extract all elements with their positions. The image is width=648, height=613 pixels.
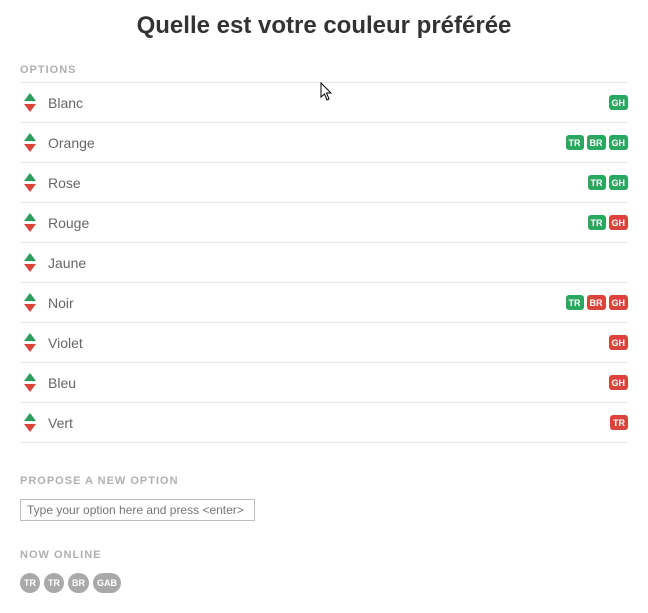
vote-badge: TR bbox=[610, 415, 628, 430]
upvote-icon[interactable] bbox=[24, 293, 36, 301]
option-row: Jaune bbox=[20, 243, 628, 283]
downvote-icon[interactable] bbox=[24, 264, 36, 272]
upvote-icon[interactable] bbox=[24, 413, 36, 421]
vote-control bbox=[20, 293, 40, 312]
downvote-icon[interactable] bbox=[24, 424, 36, 432]
downvote-icon[interactable] bbox=[24, 184, 36, 192]
vote-badges: GH bbox=[609, 375, 629, 390]
vote-badge: BR bbox=[587, 135, 606, 150]
avatar: BR bbox=[68, 573, 89, 593]
vote-badge: GH bbox=[609, 335, 629, 350]
vote-badge: TR bbox=[566, 135, 584, 150]
vote-badge: TR bbox=[588, 215, 606, 230]
upvote-icon[interactable] bbox=[24, 253, 36, 261]
downvote-icon[interactable] bbox=[24, 144, 36, 152]
vote-badge: GH bbox=[609, 175, 629, 190]
propose-label: PROPOSE A NEW OPTION bbox=[20, 469, 628, 493]
option-label: Jaune bbox=[48, 255, 628, 271]
downvote-icon[interactable] bbox=[24, 384, 36, 392]
option-row: VioletGH bbox=[20, 323, 628, 363]
option-label: Blanc bbox=[48, 95, 609, 111]
vote-badges: GH bbox=[609, 335, 629, 350]
downvote-icon[interactable] bbox=[24, 344, 36, 352]
vote-control bbox=[20, 333, 40, 352]
option-row: OrangeTRBRGH bbox=[20, 123, 628, 163]
option-row: RoseTRGH bbox=[20, 163, 628, 203]
vote-control bbox=[20, 133, 40, 152]
option-row: BlancGH bbox=[20, 82, 628, 123]
option-label: Vert bbox=[48, 415, 610, 431]
vote-control bbox=[20, 253, 40, 272]
downvote-icon[interactable] bbox=[24, 304, 36, 312]
option-label: Orange bbox=[48, 135, 566, 151]
option-row: RougeTRGH bbox=[20, 203, 628, 243]
vote-badge: GH bbox=[609, 95, 629, 110]
vote-control bbox=[20, 173, 40, 192]
upvote-icon[interactable] bbox=[24, 213, 36, 221]
upvote-icon[interactable] bbox=[24, 173, 36, 181]
now-online-label: NOW ONLINE bbox=[20, 543, 628, 567]
avatar: GAB bbox=[93, 573, 121, 593]
vote-badges: TRBRGH bbox=[566, 135, 629, 150]
options-list: BlancGHOrangeTRBRGHRoseTRGHRougeTRGHJaun… bbox=[20, 82, 628, 443]
vote-badge: GH bbox=[609, 135, 629, 150]
vote-badges: TRGH bbox=[588, 215, 629, 230]
vote-badge: GH bbox=[609, 215, 629, 230]
vote-badge: TR bbox=[566, 295, 584, 310]
downvote-icon[interactable] bbox=[24, 104, 36, 112]
vote-badges: TR bbox=[610, 415, 628, 430]
vote-badge: GH bbox=[609, 375, 629, 390]
upvote-icon[interactable] bbox=[24, 133, 36, 141]
option-row: BleuGH bbox=[20, 363, 628, 403]
vote-control bbox=[20, 213, 40, 232]
vote-badges: TRBRGH bbox=[566, 295, 629, 310]
vote-badge: BR bbox=[587, 295, 606, 310]
avatar: TR bbox=[20, 573, 40, 593]
option-label: Rose bbox=[48, 175, 588, 191]
vote-control bbox=[20, 373, 40, 392]
upvote-icon[interactable] bbox=[24, 93, 36, 101]
option-label: Rouge bbox=[48, 215, 588, 231]
option-label: Noir bbox=[48, 295, 566, 311]
vote-badges: GH bbox=[609, 95, 629, 110]
vote-badge: GH bbox=[609, 295, 629, 310]
vote-badges: TRGH bbox=[588, 175, 629, 190]
page-title: Quelle est votre couleur préférée bbox=[20, 0, 628, 58]
vote-control bbox=[20, 413, 40, 432]
upvote-icon[interactable] bbox=[24, 373, 36, 381]
option-row: VertTR bbox=[20, 403, 628, 443]
option-label: Bleu bbox=[48, 375, 609, 391]
option-row: NoirTRBRGH bbox=[20, 283, 628, 323]
vote-control bbox=[20, 93, 40, 112]
avatar: TR bbox=[44, 573, 64, 593]
upvote-icon[interactable] bbox=[24, 333, 36, 341]
options-label: OPTIONS bbox=[20, 58, 628, 82]
downvote-icon[interactable] bbox=[24, 224, 36, 232]
online-avatars: TRTRBRGAB bbox=[20, 573, 628, 593]
option-label: Violet bbox=[48, 335, 609, 351]
propose-input[interactable] bbox=[20, 499, 255, 521]
vote-badge: TR bbox=[588, 175, 606, 190]
